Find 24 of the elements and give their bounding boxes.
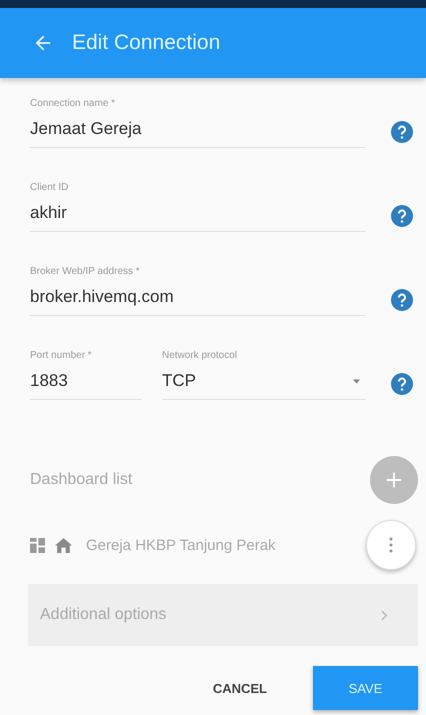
field-label: Broker Web/IP address * (30, 266, 141, 277)
text-field[interactable]: akhir (30, 203, 366, 232)
field-label: Port number * (30, 350, 93, 361)
text-field[interactable]: broker.hivemq.com (30, 287, 366, 316)
help-icon[interactable] (390, 204, 414, 228)
more-vertical-icon (389, 537, 393, 553)
help-icon[interactable] (390, 120, 414, 144)
cancel-button[interactable]: CANCEL (206, 680, 273, 696)
text-field[interactable]: 1883 (30, 371, 142, 400)
help-icon[interactable] (390, 372, 414, 396)
dropdown-field[interactable]: TCP (162, 371, 366, 400)
caret-icon (353, 378, 360, 384)
row-label: Additional options (40, 606, 166, 624)
field-label: Client ID (30, 182, 70, 193)
help-icon[interactable] (390, 288, 414, 312)
screen-title: Edit Connection (72, 31, 220, 55)
field-label: Connection name * (30, 98, 116, 109)
field-label: Network protocol (162, 350, 238, 361)
text-field[interactable]: Jemaat Gereja (30, 119, 366, 148)
chevron-right-icon (381, 610, 388, 620)
home-icon (55, 536, 72, 554)
dashboard-icon (30, 538, 45, 552)
plus-icon (385, 471, 403, 489)
section-title: Dashboard list (30, 471, 132, 489)
